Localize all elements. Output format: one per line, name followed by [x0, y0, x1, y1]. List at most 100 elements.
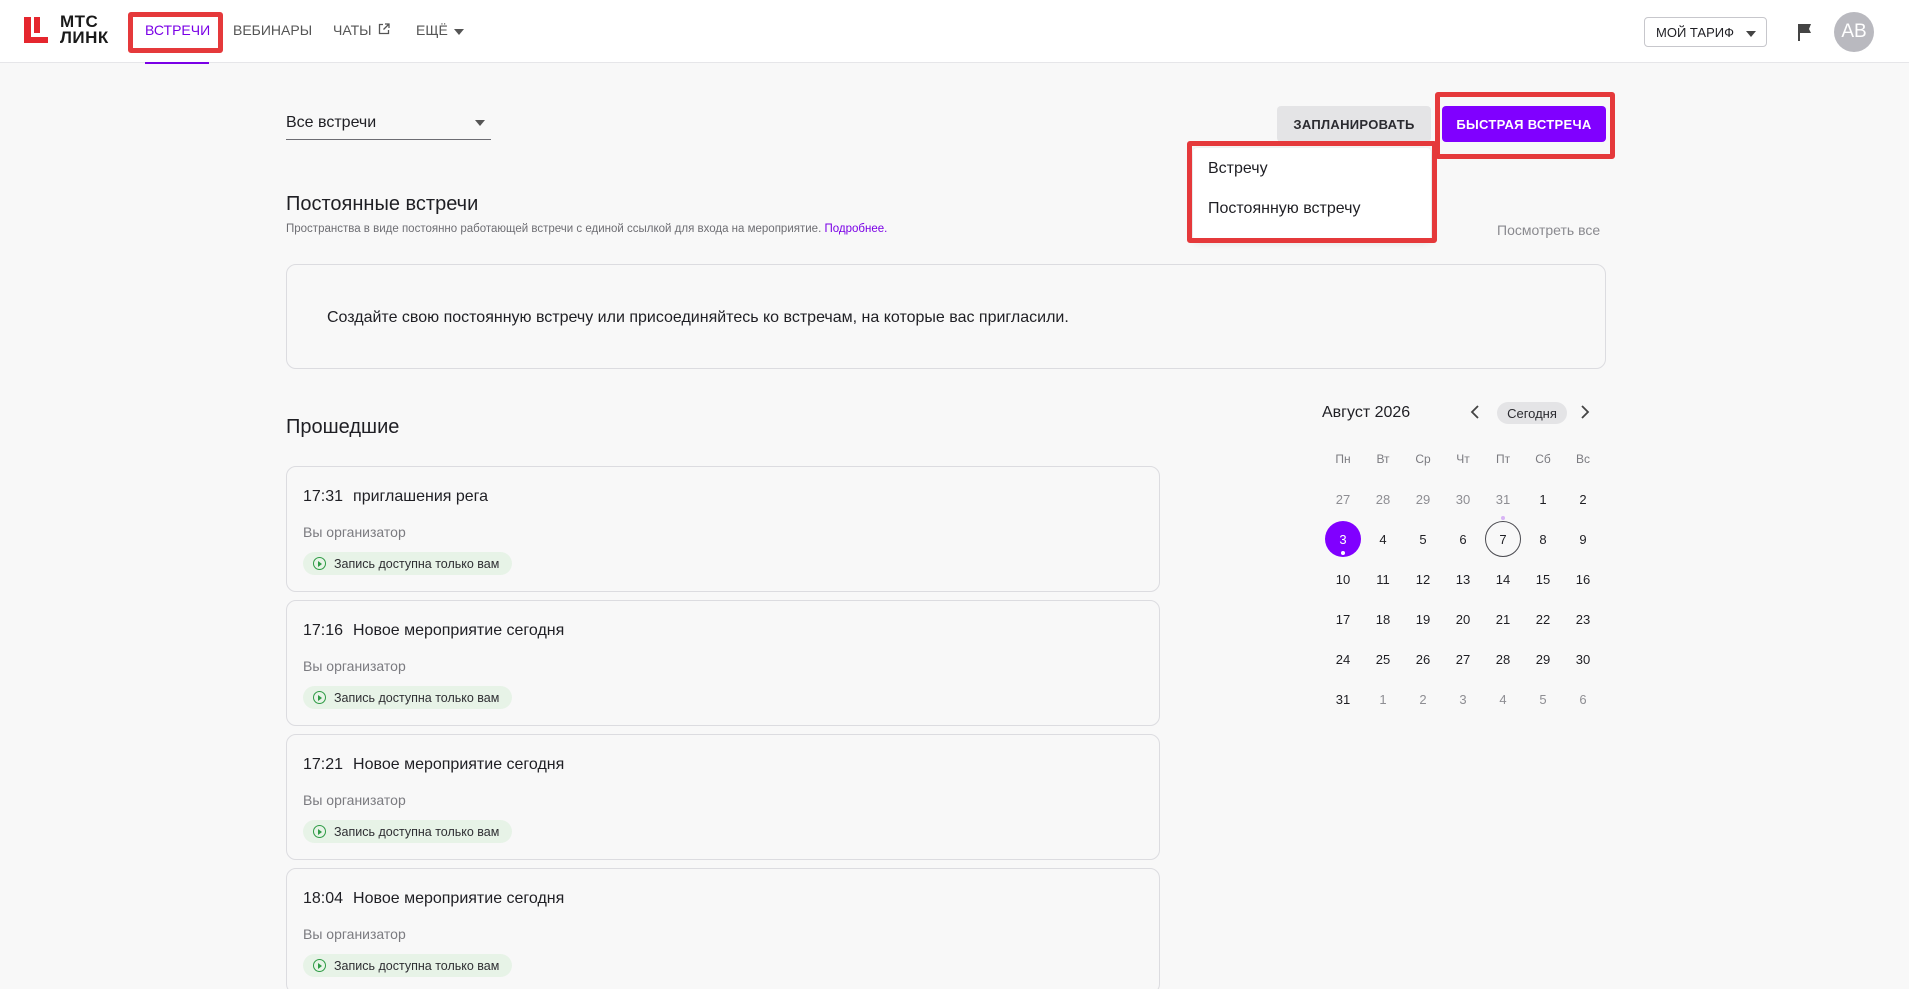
schedule-menu: Встречу Постоянную встречу [1193, 148, 1431, 240]
event-dot [1341, 551, 1345, 555]
calendar-day[interactable]: 18 [1365, 601, 1401, 637]
calendar-day[interactable]: 6 [1565, 681, 1601, 717]
calendar-day[interactable]: 20 [1445, 601, 1481, 637]
calendar-day[interactable]: 6 [1445, 521, 1481, 557]
meeting-time: 18:04 [303, 890, 344, 907]
recording-badge[interactable]: Запись доступна только вам [303, 820, 513, 843]
calendar-day[interactable]: 28 [1365, 481, 1401, 517]
past-meetings-title: Прошедшие [286, 416, 400, 438]
calendar-weekday: Вт [1376, 452, 1390, 466]
calendar-day[interactable]: 10 [1325, 561, 1361, 597]
active-tab-indicator [145, 62, 209, 64]
nav-webinars[interactable]: ВЕБИНАРЫ [233, 22, 312, 38]
calendar-day[interactable]: 1 [1525, 481, 1561, 517]
calendar-today-button[interactable]: Сегодня [1497, 402, 1567, 424]
meeting-card[interactable]: 17:16 Новое мероприятие сегодня Вы орган… [286, 600, 1160, 726]
nav-meetings[interactable]: ВСТРЕЧИ [145, 22, 210, 38]
calendar-day[interactable]: 2 [1405, 681, 1441, 717]
calendar-day[interactable]: 15 [1525, 561, 1561, 597]
calendar-day[interactable]: 14 [1485, 561, 1521, 597]
meeting-name: Новое мероприятие сегодня [353, 890, 565, 907]
calendar-day[interactable]: 31 [1485, 481, 1521, 520]
menu-item-permanent-meeting[interactable]: Постоянную встречу [1208, 200, 1360, 218]
nav-chats[interactable]: ЧАТЫ [333, 22, 390, 38]
calendar-day[interactable]: 3 [1445, 681, 1481, 717]
calendar-day[interactable]: 29 [1525, 641, 1561, 677]
calendar-day[interactable]: 4 [1365, 521, 1401, 557]
meeting-role: Вы организатор [303, 658, 406, 674]
calendar-day[interactable]: 24 [1325, 641, 1361, 677]
meetings-filter-select[interactable]: Все встречи [286, 114, 491, 140]
nav-more[interactable]: ЕЩЁ [416, 22, 464, 38]
recording-badge-label: Запись доступна только вам [334, 824, 500, 839]
play-circle-icon [313, 557, 326, 570]
calendar-day[interactable]: 1 [1365, 681, 1401, 717]
empty-message: Создайте свою постоянную встречу или при… [327, 309, 1069, 326]
calendar-day[interactable]: 30 [1565, 641, 1601, 677]
calendar-weekday: Сб [1535, 452, 1551, 466]
view-all-link[interactable]: Посмотреть все [1497, 222, 1600, 238]
calendar-day[interactable]: 31 [1325, 681, 1361, 717]
recording-badge[interactable]: Запись доступна только вам [303, 552, 513, 575]
calendar-day[interactable]: 26 [1405, 641, 1441, 677]
calendar-day[interactable]: 4 [1485, 681, 1521, 717]
play-circle-icon [313, 691, 326, 704]
top-header: МТС ЛИНК ВСТРЕЧИ ВЕБИНАРЫ ЧАТЫ ЕЩЁ МОЙ Т… [0, 0, 1909, 64]
calendar-day[interactable]: 23 [1565, 601, 1601, 637]
calendar-day[interactable]: 8 [1525, 521, 1561, 557]
logo-text-line2: ЛИНК [60, 28, 109, 47]
calendar-day[interactable]: 5 [1525, 681, 1561, 717]
calendar-day[interactable]: 22 [1525, 601, 1561, 637]
meeting-role: Вы организатор [303, 926, 406, 942]
calendar-day[interactable]: 11 [1365, 561, 1401, 597]
calendar-day[interactable]: 21 [1485, 601, 1521, 637]
meeting-title: 17:16 Новое мероприятие сегодня [303, 622, 564, 640]
meeting-card[interactable]: 18:04 Новое мероприятие сегодня Вы орган… [286, 868, 1160, 989]
calendar-day[interactable]: 16 [1565, 561, 1601, 597]
calendar-day[interactable]: 29 [1405, 481, 1441, 517]
calendar-day[interactable]: 17 [1325, 601, 1361, 637]
calendar-month-label: Август 2026 [1322, 404, 1411, 421]
meeting-card[interactable]: 17:31 приглашения рега Вы организатор За… [286, 466, 1160, 592]
calendar-day[interactable]: 3 [1325, 521, 1361, 557]
permanent-meetings-subtitle: Пространства в виде постоянно работающей… [286, 223, 887, 235]
avatar[interactable]: АВ [1834, 12, 1874, 52]
recording-badge[interactable]: Запись доступна только вам [303, 686, 513, 709]
quick-meeting-button[interactable]: БЫСТРАЯ ВСТРЕЧА [1442, 106, 1606, 142]
menu-item-meeting[interactable]: Встречу [1208, 160, 1268, 178]
schedule-button[interactable]: ЗАПЛАНИРОВАТЬ [1277, 106, 1431, 142]
meeting-title: 18:04 Новое мероприятие сегодня [303, 890, 564, 908]
meeting-card[interactable]: 17:21 Новое мероприятие сегодня Вы орган… [286, 734, 1160, 860]
calendar-day[interactable]: 25 [1365, 641, 1401, 677]
calendar-day[interactable]: 27 [1325, 481, 1361, 517]
calendar-day[interactable]: 28 [1485, 641, 1521, 677]
logo[interactable]: МТС ЛИНК [22, 13, 109, 47]
meeting-name: приглашения рега [353, 488, 489, 505]
calendar-day[interactable]: 5 [1405, 521, 1441, 557]
recording-badge[interactable]: Запись доступна только вам [303, 954, 513, 977]
meeting-time: 17:31 [303, 488, 344, 505]
calendar-day[interactable]: 19 [1405, 601, 1441, 637]
caret-down-icon [475, 120, 485, 126]
calendar-day[interactable]: 13 [1445, 561, 1481, 597]
subtitle-text: Пространства в виде постоянно работающей… [286, 223, 822, 235]
calendar-day[interactable]: 27 [1445, 641, 1481, 677]
calendar-day[interactable]: 30 [1445, 481, 1481, 517]
calendar-weekday: Пт [1495, 452, 1511, 466]
learn-more-link[interactable]: Подробнее. [824, 223, 887, 235]
calendar-day[interactable]: 2 [1565, 481, 1601, 517]
flag-icon[interactable] [1796, 22, 1816, 42]
nav-chats-label: ЧАТЫ [333, 22, 372, 38]
meeting-time: 17:16 [303, 622, 344, 639]
tariff-label: МОЙ ТАРИФ [1656, 24, 1734, 40]
calendar-day[interactable]: 9 [1565, 521, 1601, 557]
calendar-day[interactable]: 12 [1405, 561, 1441, 597]
play-circle-icon [313, 959, 326, 972]
recording-badge-label: Запись доступна только вам [334, 958, 500, 973]
my-tariff-dropdown[interactable]: МОЙ ТАРИФ [1644, 17, 1767, 47]
calendar-day[interactable]: 7 [1485, 521, 1521, 557]
chevron-left-icon[interactable] [1470, 404, 1480, 423]
play-circle-icon [313, 825, 326, 838]
chevron-right-icon[interactable] [1580, 404, 1590, 423]
permanent-empty-card: Создайте свою постоянную встречу или при… [286, 264, 1606, 369]
